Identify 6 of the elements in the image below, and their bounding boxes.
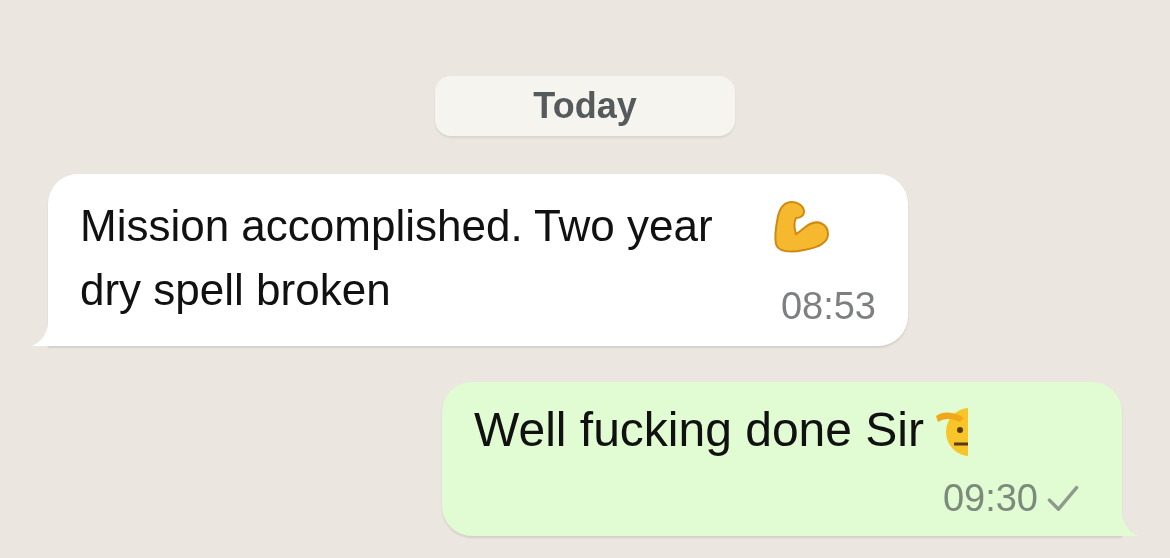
message-text: Mission accomplished. Two year dry spell broken	[80, 200, 714, 316]
message-time: 08:53	[780, 285, 876, 328]
message-time: 09:30	[942, 477, 1038, 520]
message-text: Well fucking done Sir	[474, 403, 924, 456]
date-label: Today	[435, 76, 735, 136]
check-icon	[1046, 483, 1080, 514]
